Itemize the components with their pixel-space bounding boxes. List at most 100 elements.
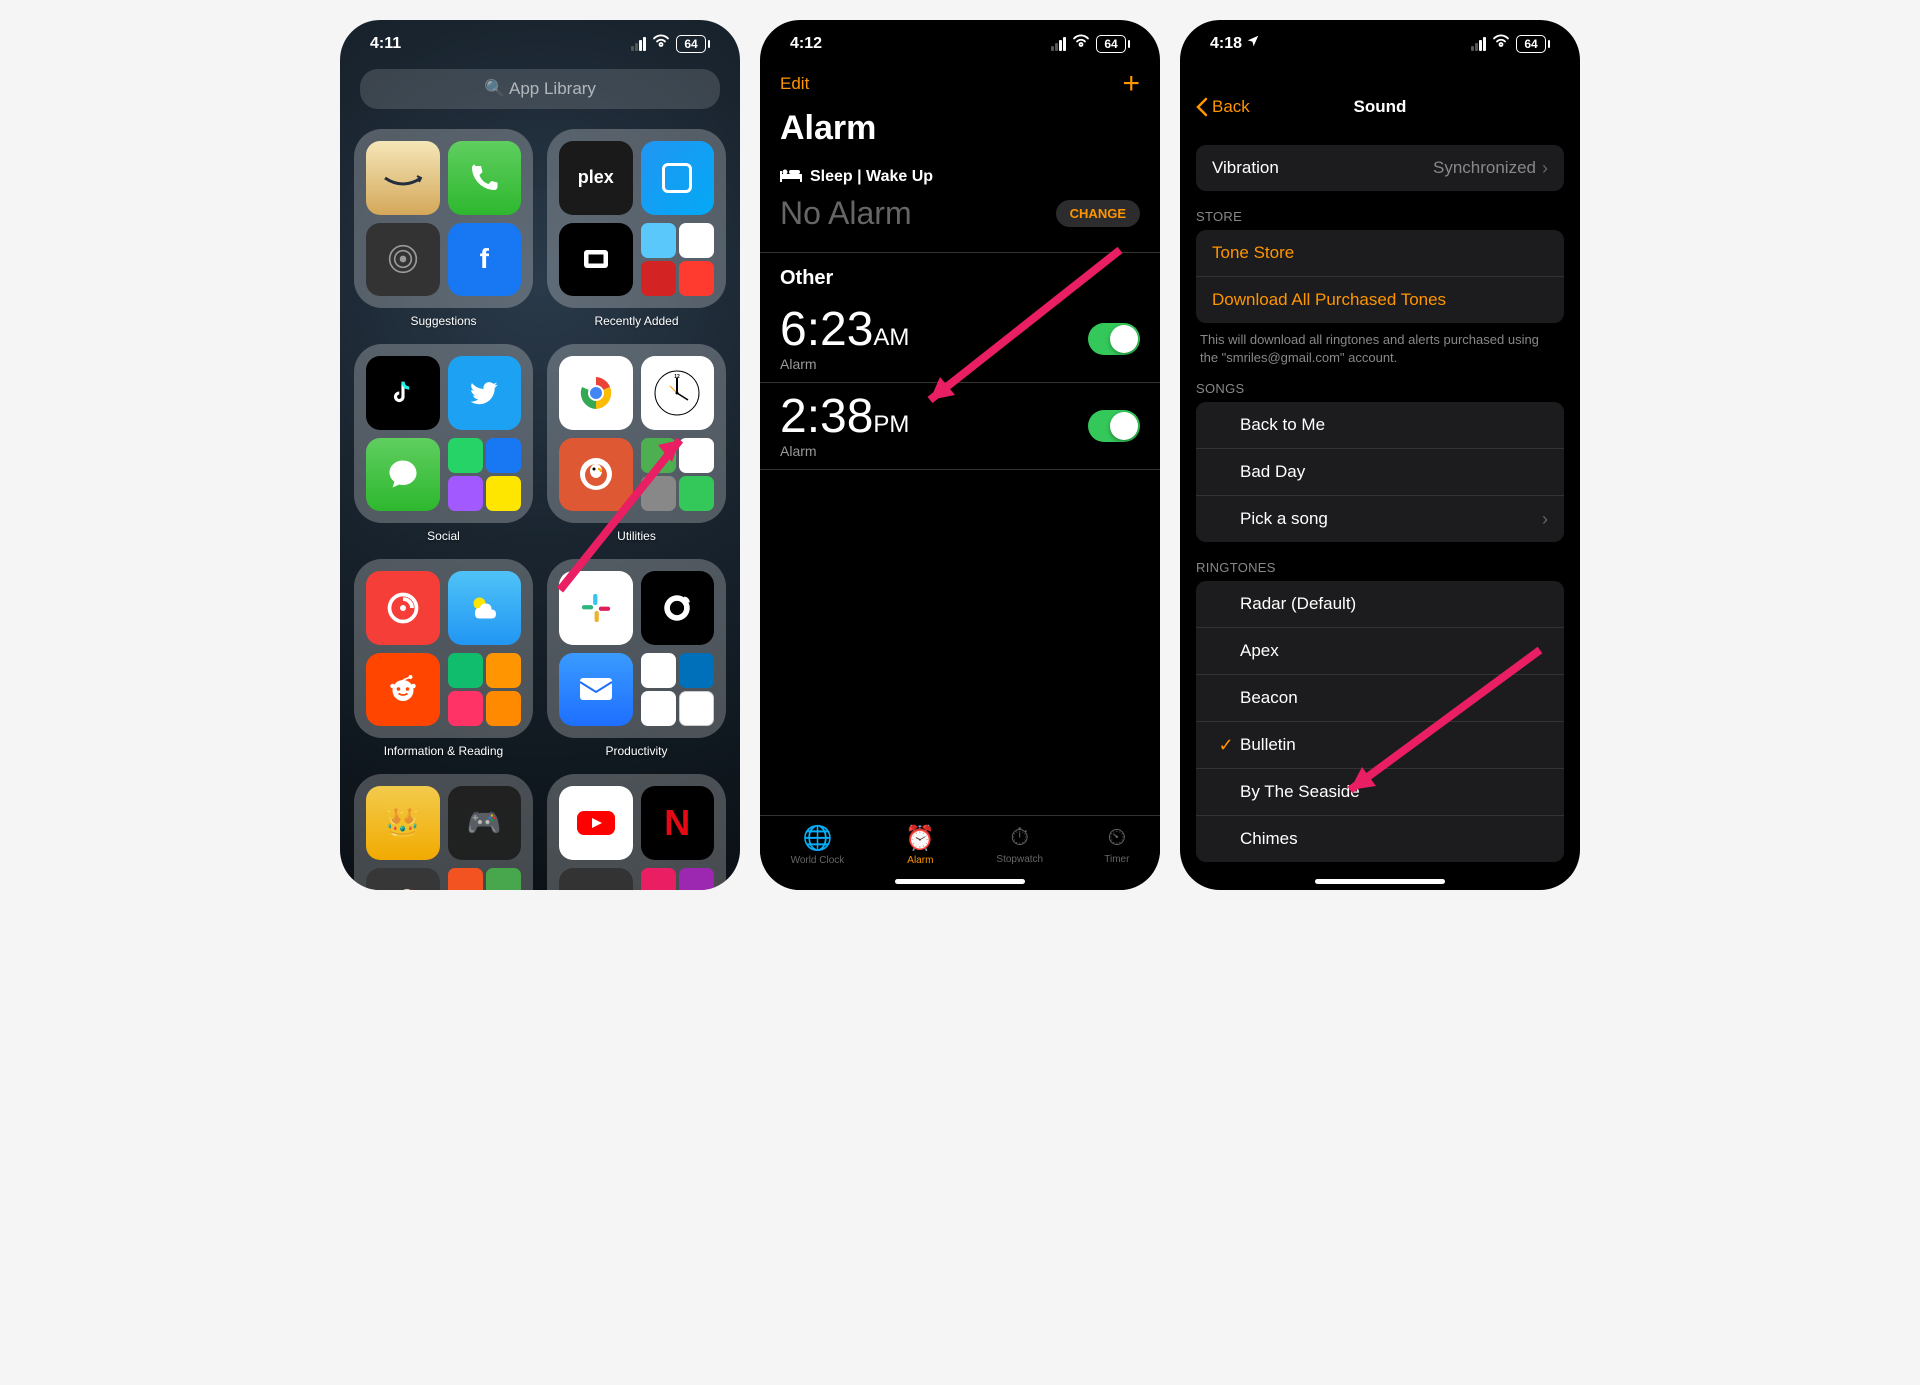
capcut-icon[interactable] bbox=[559, 223, 633, 297]
status-left: 4:18 bbox=[1210, 34, 1260, 53]
status-time: 4:12 bbox=[790, 35, 822, 53]
facebook-icon[interactable]: f bbox=[448, 223, 522, 297]
vibration-section: Vibration Synchronized › bbox=[1196, 145, 1564, 191]
settings-icon[interactable] bbox=[366, 223, 440, 297]
sleep-alarm-row[interactable]: No Alarm CHANGE bbox=[760, 195, 1160, 252]
plex-icon[interactable]: plex bbox=[559, 141, 633, 215]
folder-utilities[interactable]: 12 Utilities bbox=[547, 344, 726, 543]
folder-social[interactable]: Social bbox=[354, 344, 533, 543]
change-button[interactable]: CHANGE bbox=[1056, 200, 1140, 227]
mini-apps[interactable] bbox=[448, 438, 522, 512]
folder-label: Social bbox=[354, 529, 533, 543]
pick-song-cell[interactable]: ✓Pick a song› bbox=[1196, 495, 1564, 542]
battery-icon: 64 bbox=[1096, 35, 1130, 53]
alarm-label: Alarm bbox=[780, 443, 909, 459]
section-header: SONGS bbox=[1196, 381, 1564, 396]
mini-apps[interactable] bbox=[641, 868, 715, 891]
alarm-row[interactable]: 2:38PM Alarm bbox=[760, 383, 1160, 470]
add-alarm-button[interactable]: + bbox=[1122, 67, 1140, 101]
game-icon[interactable]: 🎮 bbox=[448, 786, 522, 860]
checkmark-icon: ✓ bbox=[1212, 735, 1240, 756]
section-header: RINGTONES bbox=[1196, 560, 1564, 575]
wifi-icon bbox=[652, 34, 670, 53]
download-tones-cell[interactable]: Download All Purchased Tones bbox=[1196, 276, 1564, 323]
mini-apps[interactable] bbox=[448, 653, 522, 727]
folder-partial[interactable]: N bbox=[547, 774, 726, 890]
reddit-icon[interactable] bbox=[366, 653, 440, 727]
game-icon[interactable]: 🏈 bbox=[366, 868, 440, 891]
alarm-screen: 4:12 64 Edit + Alarm Sleep | Wake Up No … bbox=[760, 20, 1160, 890]
game-icon[interactable]: 👑 bbox=[366, 786, 440, 860]
mini-apps[interactable] bbox=[641, 223, 715, 297]
folder-label: Suggestions bbox=[354, 314, 533, 328]
folder-suggestions[interactable]: f Suggestions bbox=[354, 129, 533, 328]
tab-stopwatch[interactable]: ⏱Stopwatch bbox=[996, 824, 1043, 866]
pocketcasts-icon[interactable] bbox=[366, 571, 440, 645]
status-time: 4:18 bbox=[1210, 35, 1242, 53]
ringtone-cell[interactable]: ✓Bulletin bbox=[1196, 721, 1564, 768]
battery-icon: 64 bbox=[676, 35, 710, 53]
mail-icon[interactable] bbox=[559, 653, 633, 727]
tone-store-cell[interactable]: Tone Store bbox=[1196, 230, 1564, 276]
status-right: 64 bbox=[1051, 34, 1130, 53]
section-footer: This will download all ringtones and ale… bbox=[1196, 323, 1564, 375]
folder-label: Information & Reading bbox=[354, 744, 533, 758]
folder-partial[interactable]: 👑 🎮 🏈 bbox=[354, 774, 533, 890]
search-icon: 🔍 bbox=[484, 79, 509, 98]
app-library-screen: 4:11 64 🔍 App Library f Suggestions plex bbox=[340, 20, 740, 890]
alarm-toggle[interactable] bbox=[1088, 323, 1140, 355]
edit-button[interactable]: Edit bbox=[780, 74, 809, 94]
app-icon[interactable] bbox=[641, 141, 715, 215]
song-cell[interactable]: ✓Back to Me bbox=[1196, 402, 1564, 448]
globe-icon: 🌐 bbox=[791, 824, 845, 853]
ringtone-cell[interactable]: ✓Beacon bbox=[1196, 674, 1564, 721]
folder-info-reading[interactable]: Information & Reading bbox=[354, 559, 533, 758]
chrome-icon[interactable] bbox=[559, 356, 633, 430]
slack-icon[interactable] bbox=[559, 571, 633, 645]
sleep-section-header: Sleep | Wake Up bbox=[760, 158, 1160, 195]
folder-recently-added[interactable]: plex Recently Added bbox=[547, 129, 726, 328]
phone-icon[interactable] bbox=[448, 141, 522, 215]
timer-icon: ⏲ bbox=[1104, 824, 1129, 852]
status-bar: 4:12 64 bbox=[760, 20, 1160, 59]
back-button[interactable]: Back bbox=[1196, 97, 1250, 117]
status-right: 64 bbox=[1471, 34, 1550, 53]
home-indicator[interactable] bbox=[895, 879, 1025, 884]
twitter-icon[interactable] bbox=[448, 356, 522, 430]
song-cell[interactable]: ✓Bad Day bbox=[1196, 448, 1564, 495]
home-indicator[interactable] bbox=[1315, 879, 1445, 884]
status-bar: 4:18 64 bbox=[1180, 20, 1580, 59]
amazon-icon[interactable] bbox=[366, 141, 440, 215]
netflix-icon[interactable]: N bbox=[641, 786, 715, 860]
ringtone-cell[interactable]: ✓Chimes bbox=[1196, 815, 1564, 862]
status-bar: 4:11 64 bbox=[340, 20, 740, 59]
duckduckgo-icon[interactable] bbox=[559, 438, 633, 512]
clock-icon[interactable]: 12 bbox=[641, 356, 715, 430]
vibration-cell[interactable]: Vibration Synchronized › bbox=[1196, 145, 1564, 191]
youtube-icon[interactable] bbox=[559, 786, 633, 860]
tab-worldclock[interactable]: 🌐World Clock bbox=[791, 824, 845, 866]
sleep-label: Sleep | Wake Up bbox=[810, 168, 933, 186]
ringtone-cell[interactable]: ✓By The Seaside bbox=[1196, 768, 1564, 815]
ringtones-section: RINGTONES ✓Radar (Default) ✓Apex ✓Beacon… bbox=[1196, 560, 1564, 862]
wifi-icon bbox=[1072, 34, 1090, 53]
alarm-toggle[interactable] bbox=[1088, 410, 1140, 442]
bed-icon bbox=[780, 166, 802, 187]
ringtone-cell[interactable]: ✓Apex bbox=[1196, 627, 1564, 674]
messages-icon[interactable] bbox=[366, 438, 440, 512]
mini-apps[interactable] bbox=[448, 868, 522, 891]
app-icon[interactable] bbox=[559, 868, 633, 891]
weather-icon[interactable] bbox=[448, 571, 522, 645]
mini-apps[interactable] bbox=[641, 653, 715, 727]
alarm-row[interactable]: 6:23AM Alarm bbox=[760, 296, 1160, 383]
tab-alarm[interactable]: ⏰Alarm bbox=[905, 824, 935, 866]
ringtone-cell[interactable]: ✓Radar (Default) bbox=[1196, 581, 1564, 627]
store-section: STORE Tone Store Download All Purchased … bbox=[1196, 209, 1564, 375]
chevron-right-icon: › bbox=[1542, 509, 1548, 530]
folder-productivity[interactable]: Productivity bbox=[547, 559, 726, 758]
mini-apps[interactable] bbox=[641, 438, 715, 512]
tab-timer[interactable]: ⏲Timer bbox=[1104, 824, 1129, 866]
app-library-search[interactable]: 🔍 App Library bbox=[360, 69, 720, 109]
tiktok-icon[interactable] bbox=[366, 356, 440, 430]
app-icon[interactable] bbox=[641, 571, 715, 645]
